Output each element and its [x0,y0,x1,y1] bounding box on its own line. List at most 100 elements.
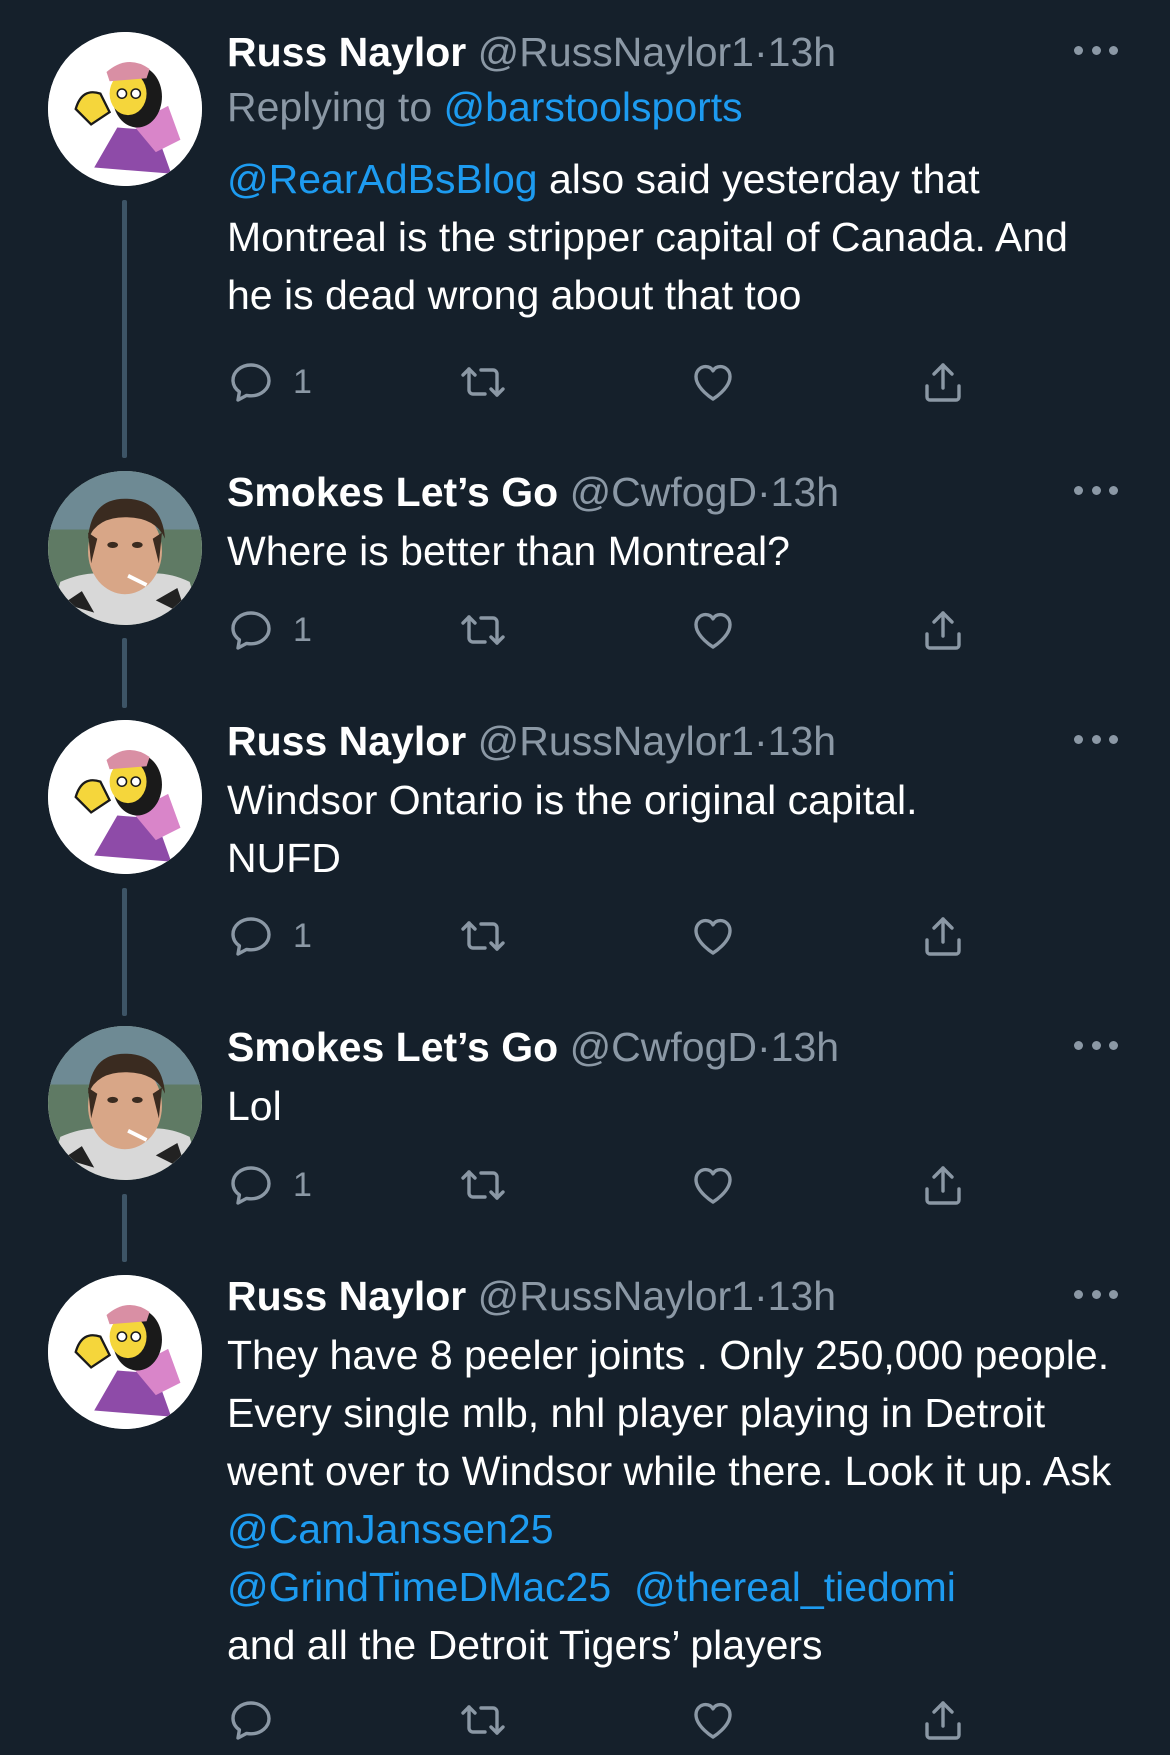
tweet-header: Smokes Let’s Go @CwfogD·13h [227,1021,1110,1073]
tweet-body-end: and all the Detroit Tigers’ players [227,1622,823,1668]
share-button[interactable] [919,1159,967,1211]
mention-link[interactable]: @CamJanssen25 [227,1506,554,1552]
share-icon [919,1696,967,1744]
display-name[interactable]: Smokes Let’s Go [227,1024,558,1070]
tweet-header: Smokes Let’s Go @CwfogD·13h [227,466,1110,518]
reply-button[interactable]: 1 [227,604,312,656]
reply-count: 1 [293,362,312,401]
action-bar: 1 [227,356,987,408]
user-handle[interactable]: @RussNaylor1 [478,718,754,764]
thread-line [122,200,127,458]
separator-dot: · [757,469,771,515]
tweet-header: Russ Naylor @RussNaylor1·13h [227,26,1110,78]
retweet-button[interactable] [459,604,507,656]
speech-bubble-icon [227,1161,275,1209]
cartoon-avatar-image [48,720,202,874]
photo-avatar-image [48,1026,202,1180]
share-button[interactable] [919,604,967,656]
retweet-icon [459,1161,507,1209]
like-button[interactable] [689,1159,737,1211]
avatar[interactable] [48,471,202,625]
share-button[interactable] [919,1694,967,1746]
heart-icon [689,912,737,960]
reply-button[interactable]: 1 [227,910,312,962]
retweet-icon [459,1696,507,1744]
share-icon [919,606,967,654]
speech-bubble-icon [227,912,275,960]
like-button[interactable] [689,910,737,962]
retweet-button[interactable] [459,356,507,408]
tweet-text: Lol [227,1083,282,1129]
display-name[interactable]: Smokes Let’s Go [227,469,558,515]
display-name[interactable]: Russ Naylor [227,718,466,764]
reply-button[interactable]: 1 [227,356,312,408]
share-button[interactable] [919,356,967,408]
replying-to-handle[interactable]: @barstoolsports [444,84,743,130]
action-bar: 1 [227,604,987,656]
timestamp[interactable]: 13h [768,718,836,764]
action-bar: 1 [227,910,987,962]
display-name[interactable]: Russ Naylor [227,1273,466,1319]
share-button[interactable] [919,910,967,962]
retweet-icon [459,606,507,654]
timestamp[interactable]: 13h [771,469,839,515]
avatar[interactable] [48,1275,202,1429]
timestamp[interactable]: 13h [768,29,836,75]
avatar[interactable] [48,1026,202,1180]
reply-count: 1 [293,1165,312,1204]
timestamp[interactable]: 13h [771,1024,839,1070]
thread-line [122,1194,127,1262]
mention-link[interactable]: @GrindTimeDMac25 [227,1564,611,1610]
tweet-text: Where is better than Montreal? [227,528,790,574]
mention-link[interactable]: @thereal_tiedomi [634,1564,956,1610]
heart-icon [689,358,737,406]
separator-dot: · [757,1024,771,1070]
photo-avatar-image [48,471,202,625]
retweet-button[interactable] [459,1159,507,1211]
tweet-text: @RearAdBsBlog also said yesterday that M… [227,150,1110,324]
cartoon-avatar-image [48,32,202,186]
like-button[interactable] [689,356,737,408]
thread-line [122,888,127,1016]
retweet-button[interactable] [459,910,507,962]
speech-bubble-icon [227,606,275,654]
heart-icon [689,1161,737,1209]
tweet-body: They have 8 peeler joints . Only 250,000… [227,1332,1112,1494]
heart-icon [689,1696,737,1744]
heart-icon [689,606,737,654]
user-handle[interactable]: @RussNaylor1 [478,29,754,75]
tweet-header: Russ Naylor @RussNaylor1·13h [227,715,1110,767]
retweet-icon [459,912,507,960]
replying-to: Replying to @barstoolsports [227,78,1110,136]
share-icon [919,912,967,960]
separator-dot: · [753,1273,768,1319]
speech-bubble-icon [227,1696,275,1744]
speech-bubble-icon [227,358,275,406]
cartoon-avatar-image [48,1275,202,1429]
timestamp[interactable]: 13h [768,1273,836,1319]
reply-button[interactable] [227,1694,293,1746]
user-handle[interactable]: @CwfogD [570,469,757,515]
user-handle[interactable]: @RussNaylor1 [478,1273,754,1319]
retweet-icon [459,358,507,406]
like-button[interactable] [689,1694,737,1746]
separator-dot: · [753,718,768,764]
display-name[interactable]: Russ Naylor [227,29,466,75]
thread-line [122,638,127,708]
separator-dot: · [753,29,768,75]
avatar[interactable] [48,720,202,874]
share-icon [919,1161,967,1209]
action-bar: 1 [227,1159,987,1211]
tweet-text: Windsor Ontario is the original capital.… [227,777,918,881]
retweet-button[interactable] [459,1694,507,1746]
user-handle[interactable]: @CwfogD [570,1024,757,1070]
avatar[interactable] [48,32,202,186]
like-button[interactable] [689,604,737,656]
tweet-header: Russ Naylor @RussNaylor1·13h [227,1270,1110,1322]
reply-count: 1 [293,916,312,955]
reply-button[interactable]: 1 [227,1159,312,1211]
action-bar [227,1694,987,1746]
mention-link[interactable]: @RearAdBsBlog [227,156,538,202]
share-icon [919,358,967,406]
replying-to-label: Replying to [227,84,433,130]
